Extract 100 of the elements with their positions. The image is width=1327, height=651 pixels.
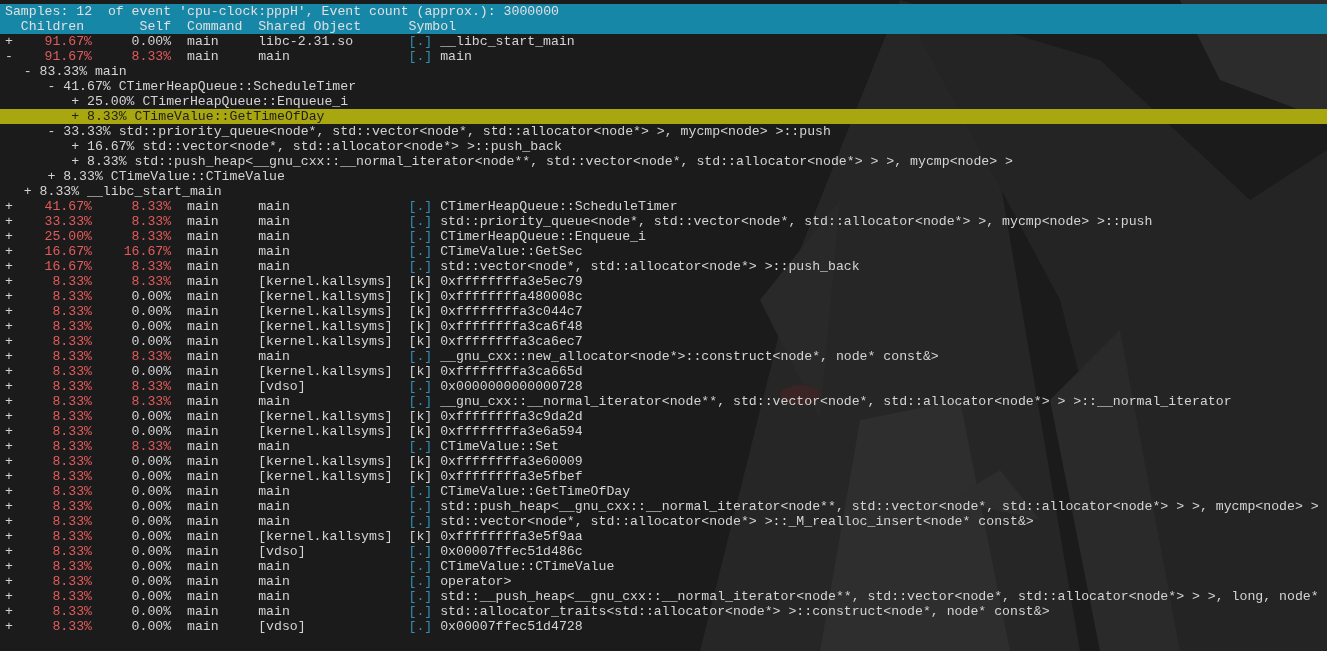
command-cell: main bbox=[186, 424, 219, 439]
selected-row[interactable]: + 8.33% CTimeValue::GetTimeOfDay bbox=[0, 109, 1327, 124]
self-percent: 0.00% bbox=[131, 574, 172, 589]
shared-object-cell: [kernel.kallsyms] bbox=[258, 409, 393, 424]
expand-marker[interactable]: + bbox=[5, 364, 13, 379]
symbol-cell: __libc_start_main bbox=[440, 34, 575, 49]
privilege-tag: [k] bbox=[408, 529, 433, 544]
symbol-cell: std::priority_queue<node*, std::vector<node*, std::allocator<node*> >, mycmp<node> >::push bbox=[440, 214, 1153, 229]
children-percent: 8.33% bbox=[52, 544, 93, 559]
expand-marker[interactable]: + bbox=[5, 304, 13, 319]
command-cell: main bbox=[186, 349, 219, 364]
symbol-cell: CTimeValue::Set bbox=[440, 439, 559, 454]
expand-marker[interactable]: + bbox=[5, 259, 13, 274]
privilege-tag: [.] bbox=[408, 559, 433, 574]
symbol-cell: CTimerHeapQueue::Enqueue_i bbox=[440, 229, 646, 244]
command-cell: main bbox=[186, 574, 219, 589]
command-cell: main bbox=[186, 589, 219, 604]
shared-object-cell: main bbox=[258, 514, 290, 529]
self-percent: 0.00% bbox=[131, 484, 172, 499]
children-percent: 41.67% bbox=[44, 199, 93, 214]
self-percent: 8.33% bbox=[131, 229, 172, 244]
call-chain-entry[interactable]: - 83.33% main bbox=[23, 64, 127, 79]
expand-marker[interactable]: + bbox=[5, 214, 13, 229]
privilege-tag: [k] bbox=[408, 289, 433, 304]
call-chain-entry[interactable]: + 16.67% std::vector<node*, std::allocator<node*> >::push_back bbox=[71, 139, 562, 154]
expand-marker[interactable]: + bbox=[5, 514, 13, 529]
symbol-cell: 0xffffffffa3e5f9aa bbox=[440, 529, 583, 544]
expand-marker[interactable]: + bbox=[5, 199, 13, 214]
expand-marker[interactable]: + bbox=[5, 349, 13, 364]
symbol-cell: 0xffffffffa3e5ec79 bbox=[440, 274, 583, 289]
children-percent: 25.00% bbox=[44, 229, 93, 244]
expand-marker[interactable]: + bbox=[5, 229, 13, 244]
command-cell: main bbox=[186, 439, 219, 454]
privilege-tag: [.] bbox=[408, 229, 433, 244]
privilege-tag: [.] bbox=[408, 259, 433, 274]
command-cell: main bbox=[186, 529, 219, 544]
expand-marker[interactable]: + bbox=[5, 604, 13, 619]
command-cell: main bbox=[186, 319, 219, 334]
call-chain-entry[interactable]: - 41.67% CTimerHeapQueue::ScheduleTimer bbox=[47, 79, 357, 94]
expand-marker[interactable]: + bbox=[5, 289, 13, 304]
privilege-tag: [.] bbox=[408, 589, 433, 604]
privilege-tag: [k] bbox=[408, 304, 433, 319]
expand-marker[interactable]: + bbox=[5, 379, 13, 394]
expand-marker[interactable]: + bbox=[5, 319, 13, 334]
command-cell: main bbox=[186, 484, 219, 499]
shared-object-cell: main bbox=[258, 484, 290, 499]
call-chain-entry[interactable]: + 8.33% std::push_heap<__gnu_cxx::__normal_iterator<node**, std::vector<node*, std::allocator<node*> > >, mycmp<node> > bbox=[71, 154, 1013, 169]
expand-marker[interactable]: + bbox=[5, 529, 13, 544]
expand-marker[interactable]: + bbox=[5, 244, 13, 259]
expand-marker[interactable]: + bbox=[5, 409, 13, 424]
expand-marker[interactable]: + bbox=[5, 394, 13, 409]
children-percent: 16.67% bbox=[44, 244, 93, 259]
expand-marker[interactable]: + bbox=[5, 424, 13, 439]
shared-object-cell: main bbox=[258, 199, 290, 214]
privilege-tag: [.] bbox=[408, 379, 433, 394]
call-chain-entry[interactable]: + 8.33% __libc_start_main bbox=[23, 184, 222, 199]
expand-marker[interactable]: + bbox=[5, 544, 13, 559]
expand-marker[interactable]: + bbox=[5, 499, 13, 514]
expand-marker[interactable]: - bbox=[5, 49, 13, 64]
children-percent: 8.33% bbox=[52, 499, 93, 514]
command-cell: main bbox=[186, 364, 219, 379]
expand-marker[interactable]: + bbox=[5, 334, 13, 349]
children-percent: 8.33% bbox=[52, 484, 93, 499]
self-percent: 8.33% bbox=[131, 349, 172, 364]
call-chain-entry[interactable]: + 8.33% CTimeValue::CTimeValue bbox=[47, 169, 285, 184]
children-percent: 8.33% bbox=[52, 454, 93, 469]
call-chain-entry[interactable]: + 25.00% CTimerHeapQueue::Enqueue_i bbox=[71, 94, 349, 109]
call-chain-entry: + 8.33% CTimeValue::GetTimeOfDay bbox=[71, 109, 325, 124]
command-cell: main bbox=[186, 304, 219, 319]
command-cell: main bbox=[186, 454, 219, 469]
symbol-cell: std::__push_heap<__gnu_cxx::__normal_iterator<node**, std::vector<node*, std::allocator<node*> > >, long, node* bbox=[440, 589, 1319, 604]
symbol-cell: 0xffffffffa480008c bbox=[440, 289, 583, 304]
privilege-tag: [.] bbox=[408, 514, 433, 529]
symbol-cell: CTimerHeapQueue::ScheduleTimer bbox=[440, 199, 678, 214]
privilege-tag: [k] bbox=[408, 319, 433, 334]
expand-marker[interactable]: + bbox=[5, 559, 13, 574]
expand-marker[interactable]: + bbox=[5, 589, 13, 604]
shared-object-cell: main bbox=[258, 214, 290, 229]
expand-marker[interactable]: + bbox=[5, 274, 13, 289]
self-percent: 0.00% bbox=[131, 424, 172, 439]
expand-marker[interactable]: + bbox=[5, 574, 13, 589]
expand-marker[interactable]: + bbox=[5, 454, 13, 469]
children-percent: 8.33% bbox=[52, 349, 93, 364]
shared-object-cell: [vdso] bbox=[258, 544, 306, 559]
expand-marker[interactable]: + bbox=[5, 619, 13, 634]
children-percent: 8.33% bbox=[52, 334, 93, 349]
command-cell: main bbox=[186, 259, 219, 274]
expand-marker[interactable]: + bbox=[5, 34, 13, 49]
shared-object-cell: main bbox=[258, 244, 290, 259]
symbol-cell: operator> bbox=[440, 574, 512, 589]
call-chain-entry[interactable]: - 33.33% std::priority_queue<node*, std::vector<node*, std::allocator<node*> >, mycmp<node> >::push bbox=[47, 124, 831, 139]
expand-marker[interactable]: + bbox=[5, 484, 13, 499]
children-percent: 8.33% bbox=[52, 364, 93, 379]
self-percent: 8.33% bbox=[131, 394, 172, 409]
privilege-tag: [.] bbox=[408, 349, 433, 364]
expand-marker[interactable]: + bbox=[5, 469, 13, 484]
children-percent: 8.33% bbox=[52, 319, 93, 334]
self-percent: 0.00% bbox=[131, 319, 172, 334]
privilege-tag: [k] bbox=[408, 454, 433, 469]
expand-marker[interactable]: + bbox=[5, 439, 13, 454]
